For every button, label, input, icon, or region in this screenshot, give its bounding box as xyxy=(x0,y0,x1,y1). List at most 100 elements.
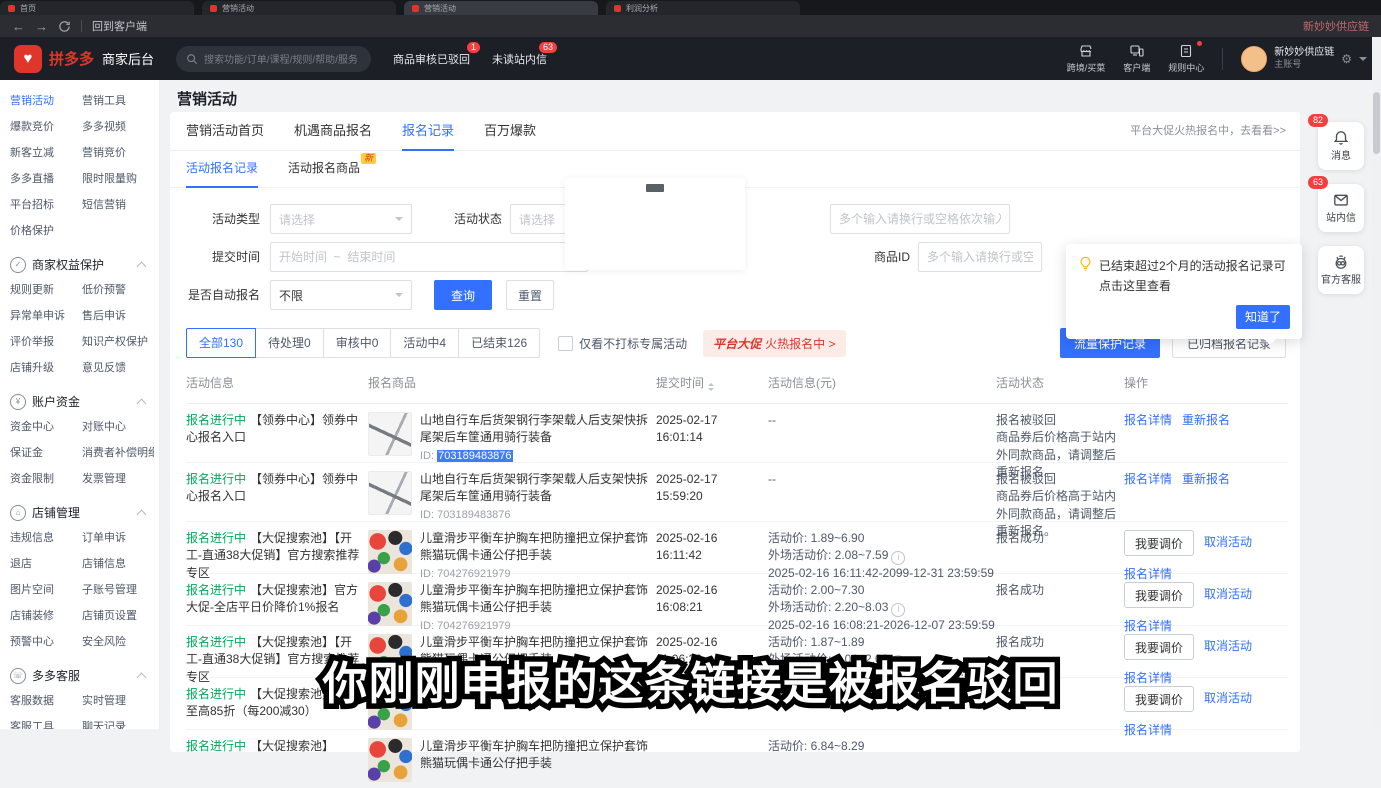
sidebar-item[interactable]: 规则更新 xyxy=(10,277,82,303)
auto-signup-select[interactable]: 不限 xyxy=(270,280,412,310)
status-tab[interactable]: 全部130 xyxy=(186,328,256,358)
bookmark-link[interactable]: 回到客户端 xyxy=(92,18,147,34)
op-link[interactable]: 取消活动 xyxy=(1204,690,1252,707)
info-icon[interactable]: i xyxy=(891,603,905,617)
tab-百万爆款[interactable]: 百万爆款 xyxy=(484,112,536,149)
sidebar-item[interactable]: 客服工具 xyxy=(10,714,82,729)
chevron-down-icon[interactable] xyxy=(1359,57,1367,65)
sidebar-group-header[interactable]: ☏多多客服 xyxy=(10,667,151,684)
hot-promo-badge[interactable]: 平台大促火热报名中 > xyxy=(703,330,845,357)
tab-机遇商品报名[interactable]: 机遇商品报名 xyxy=(294,112,372,149)
scrollbar[interactable] xyxy=(1372,37,1381,729)
adjust-price-button[interactable]: 我要调价 xyxy=(1124,634,1194,660)
op-link[interactable]: 重新报名 xyxy=(1182,412,1230,429)
op-link[interactable]: 取消活动 xyxy=(1204,638,1252,655)
gear-icon[interactable]: ⚙ xyxy=(1341,52,1352,66)
sidebar-item[interactable]: 价格保护 xyxy=(10,218,82,244)
sidebar-item[interactable]: 评价举报 xyxy=(10,329,82,355)
header-search-input[interactable]: 搜索功能/订单/课程/规则/帮助/服务 xyxy=(176,46,371,72)
op-link[interactable]: 报名详情 xyxy=(1124,412,1172,429)
sidebar-item[interactable]: 新客立减 xyxy=(10,140,82,166)
back-icon[interactable]: ← xyxy=(12,20,25,33)
sidebar-item[interactable]: 店铺信息 xyxy=(82,551,154,577)
sidebar-item[interactable]: 店铺页设置 xyxy=(82,603,154,629)
only-unmarked-checkbox[interactable]: 仅看不打标专属活动 xyxy=(558,335,687,352)
sidebar-item[interactable]: 预警中心 xyxy=(10,629,82,655)
sidebar-item[interactable]: 子账号管理 xyxy=(82,577,154,603)
adjust-price-button[interactable]: 我要调价 xyxy=(1124,530,1194,556)
rail-service[interactable]: 官方客服 xyxy=(1318,246,1364,294)
sidebar-item[interactable]: 爆款竞价 xyxy=(10,114,82,140)
sidebar-item[interactable]: 知识产权保护 xyxy=(82,329,154,355)
sidebar-item[interactable]: 店铺装修 xyxy=(10,603,82,629)
activity-type-select[interactable]: 请选择 xyxy=(270,204,412,234)
op-link[interactable]: 重新报名 xyxy=(1182,471,1230,488)
sidebar-item[interactable]: 安全风险 xyxy=(82,629,154,655)
op-link[interactable]: 取消活动 xyxy=(1204,586,1252,603)
header-nav-rules[interactable]: 规则中心 xyxy=(1168,43,1204,74)
status-tab[interactable]: 活动中4 xyxy=(390,328,459,358)
sidebar-item[interactable]: 营销活动 xyxy=(10,88,82,114)
tab-营销活动首页[interactable]: 营销活动首页 xyxy=(186,112,264,149)
sidebar-item[interactable]: 消费者补偿明细 xyxy=(82,440,154,466)
adjust-price-button[interactable]: 我要调价 xyxy=(1124,686,1194,712)
sidebar-item[interactable]: 资金中心 xyxy=(10,414,82,440)
status-tab[interactable]: 待处理0 xyxy=(255,328,324,358)
browser-tab[interactable]: 利润分析 xyxy=(606,1,800,15)
rail-bell[interactable]: 82消息 xyxy=(1318,122,1364,170)
sidebar-item[interactable]: 聊天记录 xyxy=(82,714,154,729)
query-button[interactable]: 查询 xyxy=(434,280,492,310)
header-nav-store[interactable]: 跨境/买菜 xyxy=(1067,43,1106,74)
sidebar-item[interactable]: 资金限制 xyxy=(10,466,82,492)
sidebar-item[interactable]: 多多直播 xyxy=(10,166,82,192)
submit-time-range-input[interactable] xyxy=(270,242,588,272)
checkbox-icon[interactable] xyxy=(558,336,573,351)
browser-tab[interactable]: 营销活动 xyxy=(202,1,396,15)
sidebar-item[interactable]: 对账中心 xyxy=(82,414,154,440)
account-avatar[interactable] xyxy=(1241,46,1267,72)
sidebar-item[interactable]: 发票管理 xyxy=(82,466,154,492)
sidebar-group-header[interactable]: ¥账户资金 xyxy=(10,393,151,410)
op-link[interactable]: 报名详情 xyxy=(1124,471,1172,488)
rail-mail[interactable]: 63站内信 xyxy=(1318,184,1364,232)
browser-tab[interactable]: 首页 xyxy=(0,1,194,15)
status-tab[interactable]: 审核中0 xyxy=(323,328,392,358)
promo-note-link[interactable]: 平台大促火热报名中，去看看>> xyxy=(1130,112,1286,150)
forward-icon[interactable]: → xyxy=(35,20,48,33)
reset-button[interactable]: 重置 xyxy=(506,280,554,310)
reload-icon[interactable] xyxy=(58,20,71,33)
unread-mail-link[interactable]: 未读站内信 63 xyxy=(492,51,547,67)
sidebar-item[interactable]: 限时限量购 xyxy=(82,166,154,192)
sidebar-item[interactable]: 实时管理 xyxy=(82,688,154,714)
activity-id-input[interactable] xyxy=(830,204,1010,234)
sidebar-group-header[interactable]: ⌂店铺管理 xyxy=(10,504,151,521)
op-link[interactable]: 取消活动 xyxy=(1204,534,1252,551)
tab-报名记录[interactable]: 报名记录 xyxy=(402,112,454,151)
sidebar-item[interactable]: 订单申诉 xyxy=(82,525,154,551)
goods-id-input[interactable] xyxy=(918,242,1042,272)
info-icon[interactable]: i xyxy=(891,551,905,565)
sidebar-item[interactable]: 短信营销 xyxy=(82,192,154,218)
sidebar-item[interactable]: 图片空间 xyxy=(10,577,82,603)
sidebar-item[interactable]: 低价预警 xyxy=(82,277,154,303)
sidebar-group-header[interactable]: ✓商家权益保护 xyxy=(10,256,151,273)
browser-profile-label[interactable]: 新妙妙供应链 xyxy=(1303,18,1369,34)
sidebar-item[interactable]: 多多视频 xyxy=(82,114,154,140)
sidebar-item[interactable]: 店铺升级 xyxy=(10,355,82,381)
subtab[interactable]: 活动报名商品新 xyxy=(288,151,360,186)
sidebar-item[interactable]: 保证金 xyxy=(10,440,82,466)
browser-tab[interactable]: 营销活动 xyxy=(404,1,598,15)
sidebar-item[interactable]: 营销工具 xyxy=(82,88,154,114)
adjust-price-button[interactable]: 我要调价 xyxy=(1124,582,1194,608)
sort-icon[interactable] xyxy=(708,380,714,394)
sidebar-item[interactable]: 违规信息 xyxy=(10,525,82,551)
sidebar-item[interactable]: 售后申诉 xyxy=(82,303,154,329)
sidebar-item[interactable]: 客服数据 xyxy=(10,688,82,714)
sidebar-item[interactable]: 意见反馈 xyxy=(82,355,154,381)
sidebar-item[interactable]: 退店 xyxy=(10,551,82,577)
pinduoduo-logo-icon[interactable]: ♥ xyxy=(14,45,42,73)
header-nav-client[interactable]: 客户端 xyxy=(1123,43,1150,74)
scrollbar-thumb[interactable] xyxy=(1373,92,1380,154)
sidebar-item[interactable]: 营销竞价 xyxy=(82,140,154,166)
status-tab[interactable]: 已结束126 xyxy=(458,328,540,358)
